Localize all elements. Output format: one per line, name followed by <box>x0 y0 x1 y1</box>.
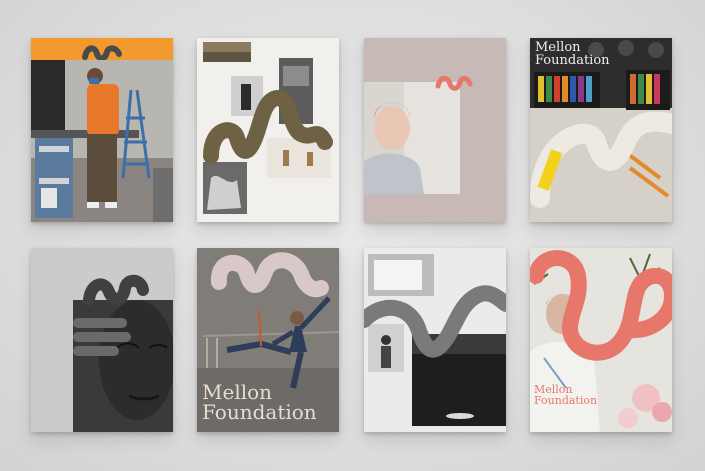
brand-line-2: Foundation <box>202 400 317 425</box>
gallery-scene <box>364 248 506 432</box>
brand-line-2: Foundation <box>534 394 598 408</box>
worker-scene <box>31 38 173 222</box>
cover-art-supplies: Mellon Foundation <box>530 38 672 222</box>
brand-wordmark: Mellon Foundation <box>535 41 610 68</box>
brand-wordmark: Mellon Foundation <box>534 384 598 408</box>
brand-wordmark: Mellon Foundation <box>202 382 317 423</box>
face-scene <box>31 248 173 432</box>
cover-portrait-pink-hair <box>364 38 506 222</box>
brand-line-1: Mellon <box>202 380 273 404</box>
brand-line-1: Mellon <box>535 40 581 55</box>
cover-face-closeup <box>31 248 173 432</box>
cover-dancer-at-barre: Mellon Foundation <box>197 248 339 432</box>
cover-worker-in-studio <box>31 38 173 222</box>
brand-line-2: Foundation <box>535 53 610 69</box>
portrait-scene <box>364 75 473 194</box>
cover-gallery-space <box>364 248 506 432</box>
collage-scene <box>203 42 333 214</box>
cover-man-with-flowers: Mellon Foundation <box>530 248 672 432</box>
cover-photo-collage <box>197 38 339 222</box>
